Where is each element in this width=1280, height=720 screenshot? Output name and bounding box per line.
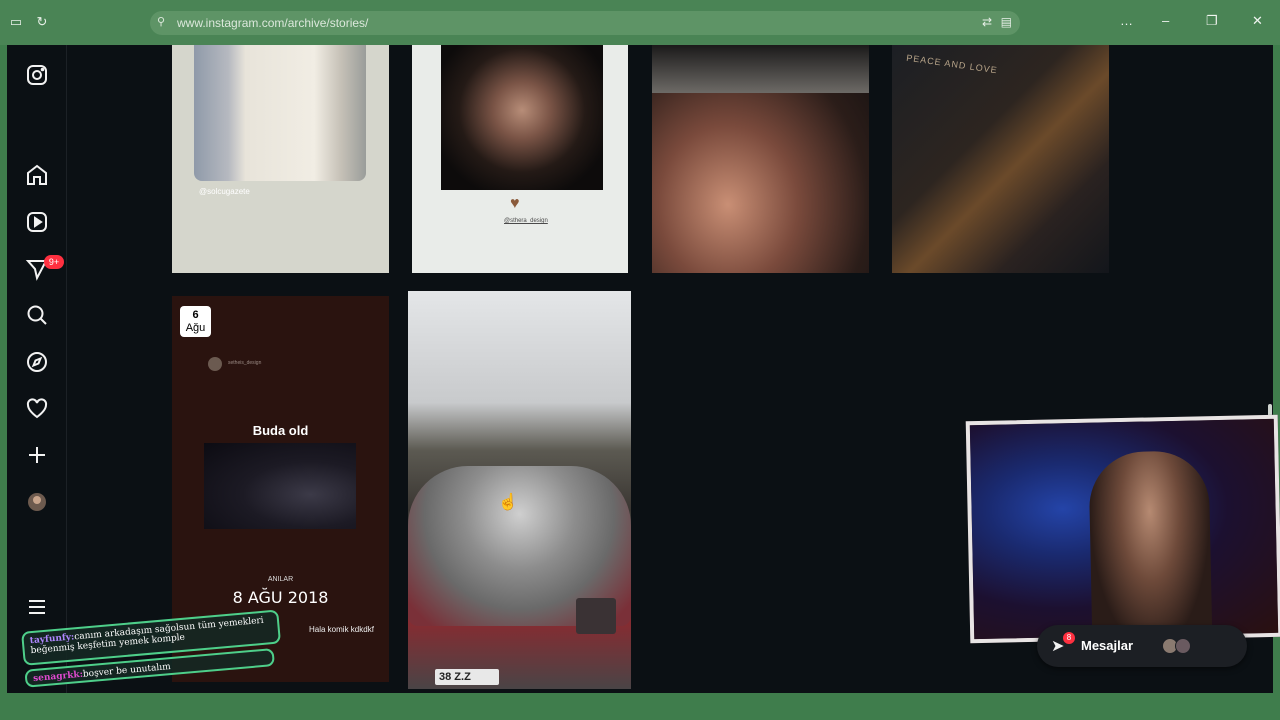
story-credit: @solcugazete xyxy=(199,187,250,196)
address-bar[interactable]: ⚲ www.instagram.com/archive/stories/ ⇄ ▤ xyxy=(150,11,1020,35)
explore-icon[interactable] xyxy=(25,350,49,374)
reels-icon[interactable] xyxy=(25,210,49,234)
story-title: Buda old xyxy=(252,423,309,438)
messages-label: Mesajlar xyxy=(1081,638,1134,653)
messages-badge: 9+ xyxy=(44,255,64,269)
messages-button[interactable]: ➤ 8 Mesajlar xyxy=(1037,625,1247,667)
webcam-overlay xyxy=(965,414,1280,644)
avatar xyxy=(1175,638,1191,654)
story-image xyxy=(194,45,366,181)
date-badge-month: Ağu xyxy=(185,322,206,334)
search-icon[interactable] xyxy=(25,303,49,327)
story-image xyxy=(204,443,356,529)
bottom-frame xyxy=(0,693,1280,720)
date-badge: 6 Ağu xyxy=(180,306,211,337)
more-icon[interactable]: … xyxy=(1120,13,1133,28)
heart-emoji-icon: ♥ xyxy=(510,195,520,212)
minimize-icon[interactable]: – xyxy=(1162,13,1169,28)
browser-toolbar: ▭ ↻ ⚲ www.instagram.com/archive/stories/… xyxy=(0,0,1280,45)
story-tile[interactable]: @solcugazete xyxy=(172,45,389,273)
story-tile[interactable]: PEACE AND LOVE xyxy=(892,45,1109,273)
reader-icon[interactable]: ▤ xyxy=(1001,15,1012,29)
reload-icon[interactable]: ↻ xyxy=(34,14,50,30)
story-sticker xyxy=(576,598,616,634)
story-credit: @sthera_design xyxy=(504,218,548,224)
chat-username: senagrkk: xyxy=(32,669,84,685)
heart-icon[interactable] xyxy=(25,397,49,421)
memories-label: ANILAR xyxy=(267,576,294,583)
license-plate: 38 Z.Z xyxy=(435,669,499,685)
url-text: www.instagram.com/archive/stories/ xyxy=(177,16,369,30)
close-icon[interactable]: ✕ xyxy=(1252,13,1263,29)
story-username: setheis_design xyxy=(228,360,262,366)
restore-icon[interactable]: ❐ xyxy=(1206,13,1218,29)
story-caption: Hala komik kdkdkf xyxy=(309,625,374,634)
home-icon[interactable] xyxy=(25,163,49,187)
profile-avatar[interactable] xyxy=(25,490,49,514)
site-info-icon[interactable]: ⚲ xyxy=(157,15,165,28)
story-tile[interactable] xyxy=(652,45,869,273)
messages-count-badge: 8 xyxy=(1063,632,1075,644)
story-image xyxy=(441,45,603,190)
instagram-logo-icon[interactable] xyxy=(25,63,49,87)
sidebar: 9+ xyxy=(7,45,67,693)
date-badge-day: 6 xyxy=(192,309,199,321)
menu-icon[interactable] xyxy=(25,595,49,619)
story-sign-text: PEACE AND LOVE xyxy=(905,52,999,76)
sidebar-toggle-icon[interactable]: ▭ xyxy=(8,14,24,30)
create-icon[interactable] xyxy=(25,443,49,467)
translate-icon[interactable]: ⇄ xyxy=(982,15,992,29)
streamer xyxy=(1088,450,1213,644)
story-tile[interactable]: ♥ @sthera_design xyxy=(412,45,628,273)
hand-cursor-icon: ☝ xyxy=(498,494,518,511)
avatar xyxy=(208,357,222,371)
chat-text: boşver be unutalım xyxy=(82,662,172,680)
story-image xyxy=(652,45,869,93)
story-tile[interactable]: 38 Z.Z xyxy=(408,291,631,689)
